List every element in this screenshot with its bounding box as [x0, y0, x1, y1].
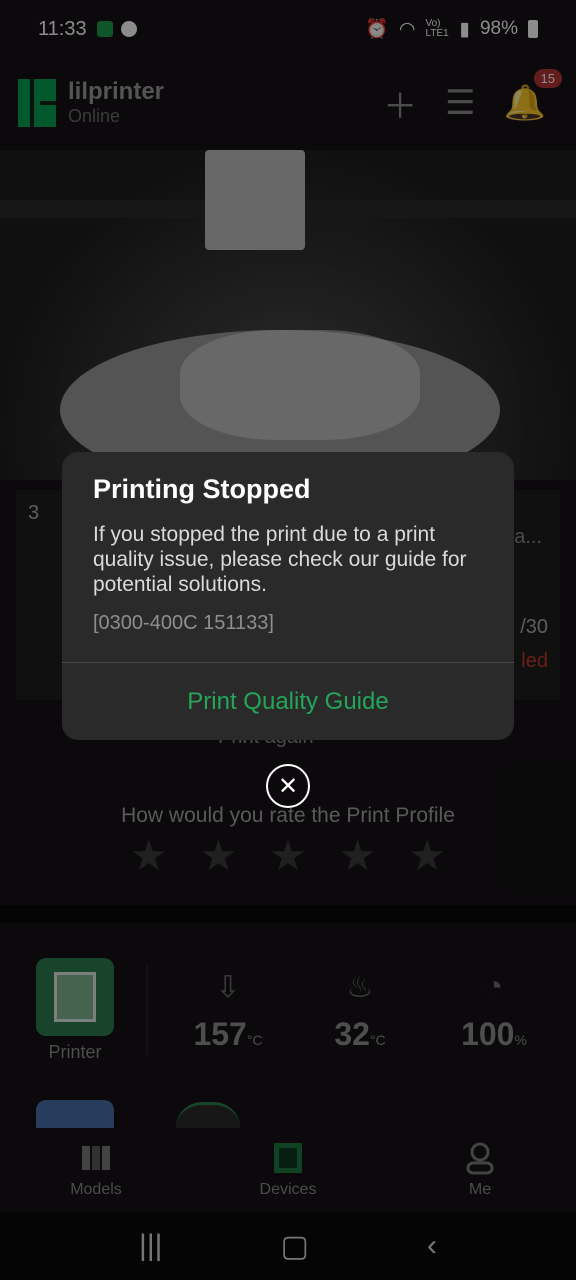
printing-stopped-dialog: Printing Stopped If you stopped the prin… [62, 452, 514, 740]
print-quality-guide-button[interactable]: Print Quality Guide [62, 663, 514, 740]
close-dialog-button[interactable]: ✕ [266, 764, 310, 808]
dialog-message: If you stopped the print due to a print … [93, 523, 467, 596]
error-code: [0300-400C 151133] [93, 612, 274, 634]
dialog-title: Printing Stopped [93, 474, 311, 504]
close-icon: ✕ [277, 772, 299, 800]
